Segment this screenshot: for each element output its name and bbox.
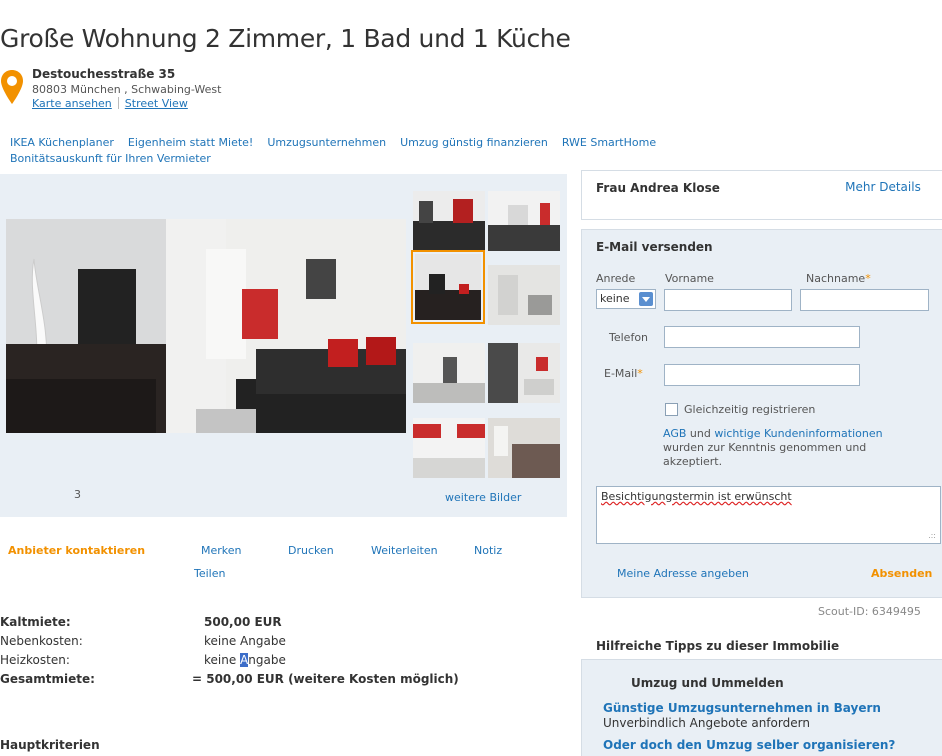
agb-and: und bbox=[686, 427, 715, 440]
fact-value: keine Angabe bbox=[204, 634, 286, 648]
thumbnail[interactable] bbox=[488, 418, 560, 478]
phone-input[interactable] bbox=[664, 326, 860, 348]
agb-notice: AGB und wichtige Kundeninformationen wur… bbox=[663, 427, 923, 469]
page-title: Große Wohnung 2 Zimmer, 1 Bad und 1 Küch… bbox=[0, 24, 571, 53]
phone-label: Telefon bbox=[609, 331, 649, 344]
promo-link-smarthome[interactable]: RWE SmartHome bbox=[562, 136, 656, 149]
send-button[interactable]: Absenden bbox=[871, 567, 932, 580]
more-pictures-link[interactable]: weitere Bilder bbox=[445, 491, 521, 504]
streetview-link[interactable]: Street View bbox=[125, 97, 188, 110]
fact-value: = 500,00 EUR (weitere Kosten möglich) bbox=[192, 672, 459, 686]
firstname-label: Vorname bbox=[665, 272, 714, 285]
my-address-link[interactable]: Meine Adresse angeben bbox=[617, 567, 749, 580]
remember-link[interactable]: Merken bbox=[201, 544, 242, 557]
promo-link-bonitaet[interactable]: Bonitätsauskunft für Ihren Vermieter bbox=[10, 152, 211, 165]
thumbnail[interactable] bbox=[488, 343, 560, 403]
fact-value-pre: keine bbox=[204, 653, 241, 667]
location-pin-icon bbox=[1, 70, 23, 104]
email-label: E-Mail* bbox=[604, 367, 643, 380]
tip-text: Unverbindlich Angebote anfordern bbox=[603, 716, 810, 730]
message-text: Besichtigungstermin ist erwünscht bbox=[601, 490, 792, 503]
main-photo[interactable] bbox=[6, 219, 406, 433]
chevron-down-icon bbox=[639, 292, 653, 306]
fact-value: keine Angabe bbox=[204, 653, 286, 667]
customer-info-link[interactable]: wichtige Kundeninformationen bbox=[714, 427, 882, 440]
email-input[interactable] bbox=[664, 364, 860, 386]
salutation-label: Anrede bbox=[596, 272, 636, 285]
agb-rest: wurden zur Kenntnis genommen und akzepti… bbox=[663, 441, 867, 468]
agent-name: Frau Andrea Klose bbox=[596, 181, 720, 195]
thumbnail[interactable] bbox=[413, 343, 485, 403]
lastname-label: Nachname* bbox=[806, 272, 871, 285]
note-link[interactable]: Notiz bbox=[474, 544, 502, 557]
agb-link[interactable]: AGB bbox=[663, 427, 686, 440]
fact-value: 500,00 EUR bbox=[204, 615, 282, 629]
contact-provider-button[interactable]: Anbieter kontaktieren bbox=[8, 544, 145, 557]
resize-handle-icon[interactable]: .:: bbox=[928, 531, 936, 540]
lastname-label-text: Nachname bbox=[806, 272, 866, 285]
tips-heading: Hilfreiche Tipps zu dieser Immobilie bbox=[596, 639, 840, 653]
map-links: Karte ansehen Street View bbox=[32, 97, 188, 110]
email-label-text: E-Mail bbox=[604, 367, 638, 380]
print-link[interactable]: Drucken bbox=[288, 544, 334, 557]
thumbnail[interactable] bbox=[488, 265, 560, 325]
form-title: E-Mail versenden bbox=[596, 240, 713, 254]
thumbnail[interactable] bbox=[488, 191, 560, 251]
forward-link[interactable]: Weiterleiten bbox=[371, 544, 438, 557]
thumbnail[interactable] bbox=[413, 418, 485, 478]
tips-subheading: Umzug und Ummelden bbox=[631, 676, 784, 690]
salutation-select[interactable]: keine bbox=[596, 289, 656, 309]
agent-card bbox=[581, 170, 942, 220]
salutation-value: keine bbox=[600, 292, 630, 305]
thumbnail[interactable] bbox=[413, 191, 485, 251]
share-link[interactable]: Teilen bbox=[194, 567, 225, 580]
tip-link-self-move[interactable]: Oder doch den Umzug selber organisieren? bbox=[603, 738, 895, 752]
address-zip-city: 80803 München , Schwabing-West bbox=[32, 83, 222, 96]
promo-link-eigenheim[interactable]: Eigenheim statt Miete! bbox=[128, 136, 253, 149]
fact-label: Kaltmiete: bbox=[0, 615, 71, 629]
gallery-counter: 3 bbox=[74, 488, 81, 501]
more-details-link[interactable]: Mehr Details bbox=[843, 180, 923, 195]
fact-value-post: ngabe bbox=[248, 653, 286, 667]
promo-links: IKEA Küchenplaner Eigenheim statt Miete! U… bbox=[10, 135, 810, 167]
fact-label: Heizkosten: bbox=[0, 653, 70, 667]
map-link[interactable]: Karte ansehen bbox=[32, 97, 112, 110]
register-label: Gleichzeitig registrieren bbox=[684, 403, 816, 416]
promo-link-finanzieren[interactable]: Umzug günstig finanzieren bbox=[400, 136, 548, 149]
fact-label: Nebenkosten: bbox=[0, 634, 83, 648]
required-mark: * bbox=[865, 272, 871, 285]
thumbnail-selected[interactable] bbox=[411, 250, 485, 324]
address-street: Destouchesstraße 35 bbox=[32, 67, 176, 81]
required-mark: * bbox=[637, 367, 643, 380]
promo-link-ikea[interactable]: IKEA Küchenplaner bbox=[10, 136, 114, 149]
section-heading: Hauptkriterien bbox=[0, 738, 100, 752]
fact-label: Gesamtmiete: bbox=[0, 672, 95, 686]
divider bbox=[117, 97, 119, 109]
lastname-input[interactable] bbox=[800, 289, 929, 311]
firstname-input[interactable] bbox=[664, 289, 792, 311]
message-textarea[interactable]: Besichtigungstermin ist erwünscht .:: bbox=[596, 486, 941, 544]
living-room-photo bbox=[6, 219, 406, 433]
tip-link-moving-companies[interactable]: Günstige Umzugsunternehmen in Bayern bbox=[603, 701, 881, 715]
register-checkbox[interactable] bbox=[665, 403, 678, 416]
scout-id: Scout-ID: 6349495 bbox=[818, 605, 921, 618]
promo-link-umzugsunternehmen[interactable]: Umzugsunternehmen bbox=[267, 136, 386, 149]
